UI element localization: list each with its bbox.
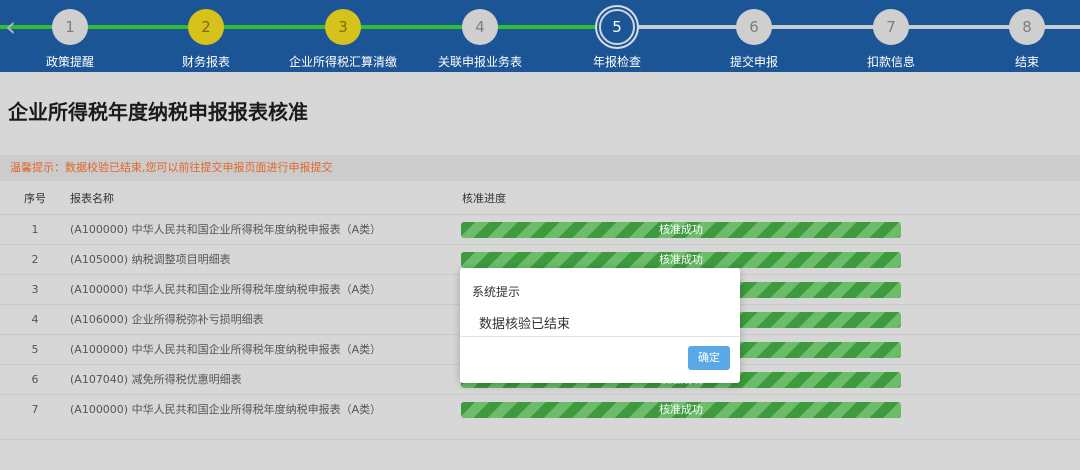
dialog-divider xyxy=(460,336,740,337)
row-no: 3 xyxy=(31,283,39,296)
step-number: 5 xyxy=(599,9,635,45)
progress-bar: 核准成功 xyxy=(461,252,901,268)
step-number: 2 xyxy=(188,9,224,45)
step-number: 3 xyxy=(325,9,361,45)
row-name: (A100000) 中华人民共和国企业所得税年度纳税申报表（A类） xyxy=(70,343,382,356)
table-header: 序号 报表名称 核准进度 xyxy=(0,186,1080,212)
row-name: (A106000) 企业所得税弥补亏损明细表 xyxy=(70,313,264,326)
system-dialog: 系统提示 数据核验已结束 确定 xyxy=(460,268,740,383)
dialog-title: 系统提示 xyxy=(472,285,521,299)
row-no: 6 xyxy=(31,373,39,386)
step-7[interactable]: 7 扣款信息 xyxy=(821,0,961,72)
row-name: (A105000) 纳税调整项目明细表 xyxy=(70,253,231,266)
row-no: 7 xyxy=(31,403,39,416)
header-progress: 核准进度 xyxy=(462,192,506,205)
step-1[interactable]: 1 政策提醒 xyxy=(0,0,140,72)
table-row: 1 (A100000) 中华人民共和国企业所得税年度纳税申报表（A类） 核准成功 xyxy=(0,214,1080,244)
confirm-button[interactable]: 确定 xyxy=(688,346,730,370)
step-label: 扣款信息 xyxy=(866,55,915,69)
step-8[interactable]: 8 结束 xyxy=(957,0,1080,72)
step-label: 政策提醒 xyxy=(45,55,94,69)
progress-bar: 核准成功 xyxy=(461,402,901,418)
step-label: 提交申报 xyxy=(729,55,778,69)
step-5[interactable]: 5 年报检查 xyxy=(547,0,687,72)
row-name: (A100000) 中华人民共和国企业所得税年度纳税申报表（A类） xyxy=(70,403,382,416)
header-no: 序号 xyxy=(24,192,46,205)
step-label: 年报检查 xyxy=(592,55,641,69)
page-title: 企业所得税年度纳税申报报表核准 xyxy=(8,100,308,124)
step-label: 关联申报业务表 xyxy=(437,55,522,69)
step-2[interactable]: 2 财务报表 xyxy=(136,0,276,72)
step-progress-bar: ‹ 1 政策提醒 2 财务报表 3 企业所得税汇算清缴 4 关联申报业务表 5 … xyxy=(0,0,1080,72)
row-name: (A100000) 中华人民共和国企业所得税年度纳税申报表（A类） xyxy=(70,223,382,236)
step-label: 结束 xyxy=(1014,55,1039,69)
row-no: 4 xyxy=(31,313,39,326)
row-no: 5 xyxy=(31,343,39,356)
step-4[interactable]: 4 关联申报业务表 xyxy=(410,0,550,72)
row-no: 1 xyxy=(31,223,39,236)
step-label: 财务报表 xyxy=(181,55,230,69)
step-number: 4 xyxy=(462,9,498,45)
step-label: 企业所得税汇算清缴 xyxy=(288,55,397,69)
step-3[interactable]: 3 企业所得税汇算清缴 xyxy=(273,0,413,72)
row-name: (A100000) 中华人民共和国企业所得税年度纳税申报表（A类） xyxy=(70,283,382,296)
dialog-message: 数据核验已结束 xyxy=(479,317,571,332)
step-number: 8 xyxy=(1009,9,1045,45)
step-number: 6 xyxy=(736,9,772,45)
row-no: 2 xyxy=(31,253,39,266)
step-number: 7 xyxy=(873,9,909,45)
progress-bar: 核准成功 xyxy=(461,222,901,238)
notice-banner: 温馨提示：数据校验已结束,您可以前往提交申报页面进行申报提交 xyxy=(0,155,1080,181)
header-name: 报表名称 xyxy=(70,192,114,205)
row-name: (A107040) 减免所得税优惠明细表 xyxy=(70,373,242,386)
table-bottom-border xyxy=(0,439,1080,440)
step-6[interactable]: 6 提交申报 xyxy=(684,0,824,72)
table-row: 7 (A100000) 中华人民共和国企业所得税年度纳税申报表（A类） 核准成功 xyxy=(0,394,1080,424)
step-number: 1 xyxy=(52,9,88,45)
